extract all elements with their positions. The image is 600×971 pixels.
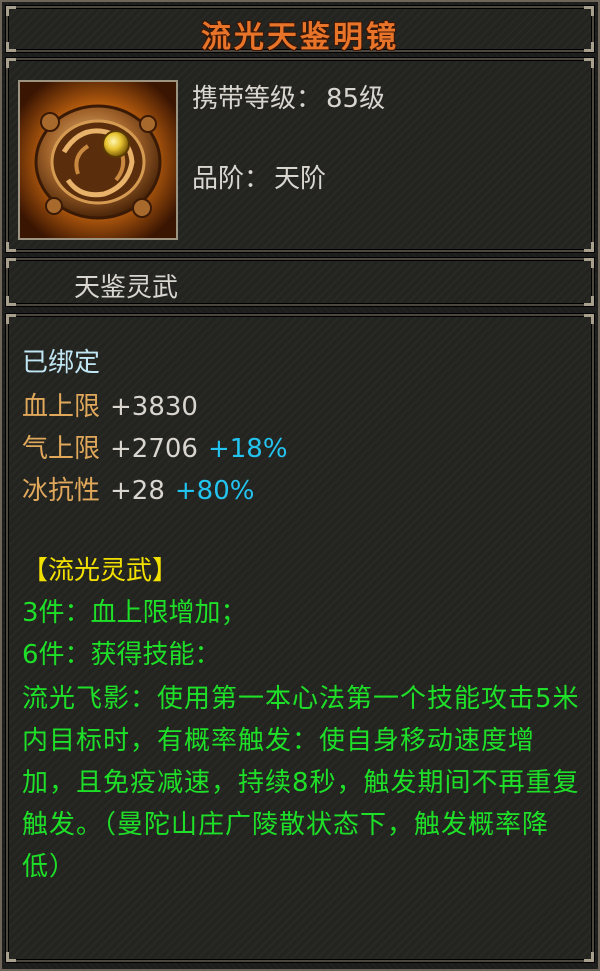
stat-value: +3830 (110, 392, 198, 422)
stat-name: 冰抗性 (22, 476, 101, 506)
stat-value: +28 (110, 476, 165, 506)
set-skill-description: 流光飞影：使用第一本心法第一个技能攻击5米内目标时，有概率触发：使自身移动速度增… (22, 684, 580, 882)
item-name: 流光天鉴明镜 (201, 20, 399, 55)
item-grade: 品阶： 天阶 (192, 158, 326, 195)
carry-level-label: 携带等级： (192, 84, 323, 114)
stat-value: +2706 (110, 434, 198, 464)
stat-row: 气上限 +2706 +18% (22, 428, 288, 465)
stat-row: 血上限 +3830 (22, 386, 198, 423)
stat-row: 冰抗性 +28 +80% (22, 470, 254, 507)
carry-level-value: 85级 (326, 84, 386, 114)
set-title: 【流光灵武】 (22, 556, 179, 586)
item-grade-label: 品阶： (192, 164, 271, 194)
item-type-bar: 天鉴灵武 (6, 258, 594, 306)
stat-percent: +18% (207, 434, 288, 464)
item-type: 天鉴灵武 (74, 273, 179, 303)
ornate-bronze-mirror-icon[interactable] (18, 80, 178, 240)
stat-percent: +80% (174, 476, 255, 506)
carry-level: 携带等级： 85级 (192, 78, 385, 115)
stat-name: 气上限 (22, 434, 101, 464)
item-stats-panel: 已绑定 血上限 +3830 气上限 +2706 +18% 冰抗性 +28 +80% 【流光… (6, 314, 594, 962)
stat-name: 血上限 (22, 392, 101, 422)
bound-status: 已绑定 (22, 348, 101, 378)
title-bar: 流光天鉴明镜 (6, 6, 594, 55)
set-bonus-6: 6件：获得技能： (22, 640, 221, 670)
item-grade-value: 天阶 (274, 164, 327, 194)
set-bonus-3: 3件：血上限增加； (22, 598, 247, 628)
item-info-panel: 携带等级： 85级 品阶： 天阶 (6, 58, 594, 252)
item-tooltip: 流光天鉴明镜 携带等级： 85级 品阶： 天阶 天鉴灵武 已绑定 血上限 +38… (0, 0, 600, 971)
